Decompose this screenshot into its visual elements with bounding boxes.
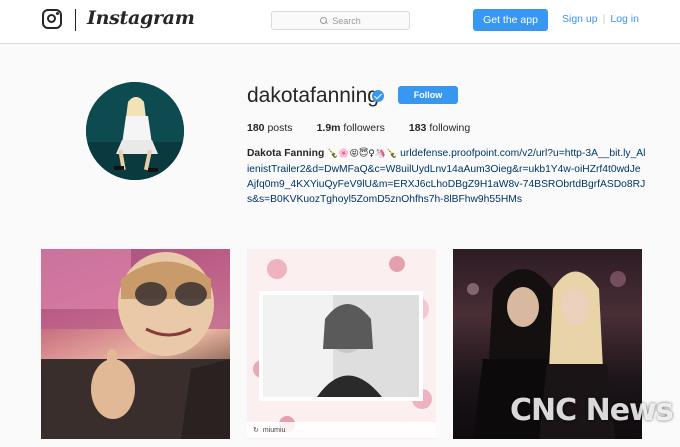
profile-avatar: [86, 82, 184, 180]
camera-lens-shape: [47, 14, 56, 23]
post-image-portrait: [253, 256, 432, 432]
sign-up-link[interactable]: Sign up: [562, 13, 598, 25]
get-the-app-button[interactable]: Get the app: [473, 9, 548, 31]
repost-icon: ↻: [253, 427, 259, 434]
camera-flash-dot: [56, 12, 59, 15]
avatar-photo: [86, 82, 184, 180]
bio-full-name: Dakota Fanning: [247, 148, 325, 159]
instagram-wordmark[interactable]: Instagram: [87, 7, 195, 29]
repost-username: miumiu: [262, 426, 286, 434]
instagram-camera-icon[interactable]: [42, 9, 62, 29]
following-stat[interactable]: 183 following: [409, 122, 470, 134]
profile-username: dakotafanning: [247, 84, 379, 107]
posts-count: 180: [247, 122, 265, 134]
followers-label: followers: [343, 122, 385, 134]
search-icon: [320, 16, 328, 25]
profile-stats: 180 posts 1.9m followers 183 following: [247, 122, 494, 134]
repost-attribution: ↻ miumiu: [247, 422, 436, 438]
top-navigation-bar: Instagram Search Get the app Sign up | L…: [0, 0, 680, 44]
search-placeholder: Search: [332, 15, 361, 26]
posts-stat: 180 posts: [247, 122, 293, 134]
follow-button[interactable]: Follow: [398, 86, 458, 104]
auth-separator: |: [602, 13, 606, 25]
log-in-link[interactable]: Log in: [610, 13, 639, 25]
post-image-selfie: [41, 249, 230, 439]
following-label: following: [429, 122, 471, 134]
following-count: 183: [408, 122, 427, 134]
news-watermark: CNC News: [510, 393, 674, 428]
followers-stat[interactable]: 1.9m followers: [317, 122, 385, 134]
auth-links: Sign up | Log in: [562, 13, 639, 25]
logo-divider: [75, 9, 76, 31]
posts-label: posts: [267, 122, 293, 134]
bio-emoji: 🍾🌸😝😇♀🦄🍾: [327, 149, 398, 159]
profile-bio: Dakota Fanning 🍾🌸😝😇♀🦄🍾 urldefense.proofp…: [247, 146, 647, 207]
post-thumbnail-1[interactable]: [41, 249, 230, 439]
search-input[interactable]: Search: [271, 11, 410, 30]
post-thumbnail-2[interactable]: ↻ miumiu: [247, 249, 436, 439]
verified-badge-icon: [372, 90, 384, 102]
followers-count: 1.9m: [316, 122, 341, 134]
